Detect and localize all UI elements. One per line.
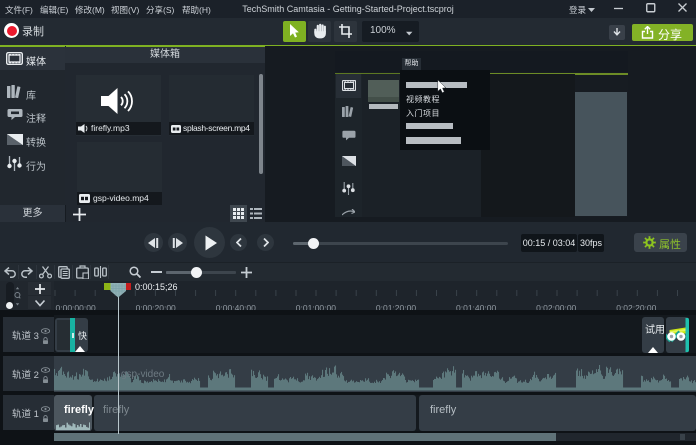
svg-text:0:00:00;00: 0:00:00;00	[56, 303, 96, 310]
svg-text:0:02:00;00: 0:02:00;00	[536, 303, 576, 310]
svg-text:0:01:00;00: 0:01:00;00	[296, 303, 336, 310]
svg-text:0:00:20;00: 0:00:20;00	[136, 303, 176, 310]
svg-text:0:01:20;00: 0:01:20;00	[376, 303, 416, 310]
svg-text:0:00:40;00: 0:00:40;00	[216, 303, 256, 310]
svg-text:0:02:20;00: 0:02:20;00	[616, 303, 656, 310]
svg-text:0:01:40;00: 0:01:40;00	[456, 303, 496, 310]
